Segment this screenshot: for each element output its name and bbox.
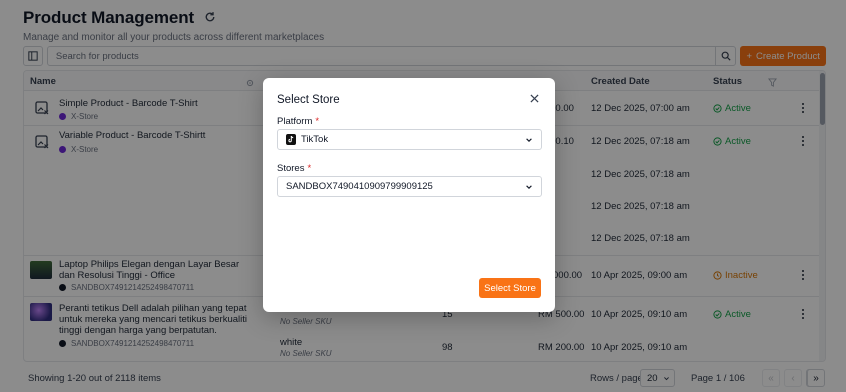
tiktok-icon [286, 134, 296, 145]
chevron-down-icon [526, 137, 532, 142]
platform-label: Platform * [277, 116, 320, 127]
stores-label: Stores * [277, 163, 312, 174]
select-store-button[interactable]: Select Store [479, 278, 541, 298]
select-store-modal: Select Store Platform * TikTok Stores * SA… [263, 78, 555, 312]
stores-select[interactable]: SANDBOX7490410909799909125 [277, 176, 542, 197]
modal-title: Select Store [277, 94, 340, 106]
close-icon[interactable] [527, 91, 541, 105]
platform-select[interactable]: TikTok [277, 129, 542, 150]
chevron-down-icon [526, 184, 532, 189]
